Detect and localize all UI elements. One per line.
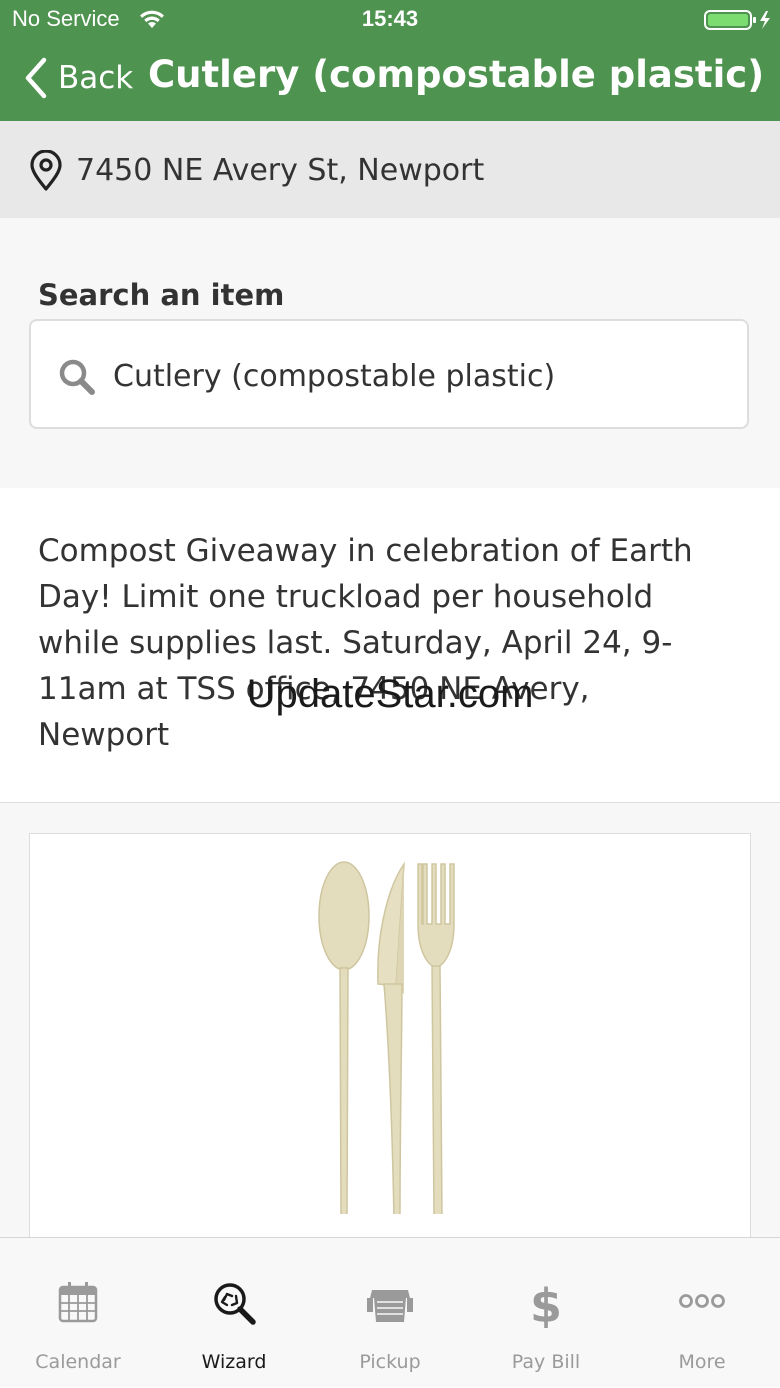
address-bar[interactable]: 7450 NE Avery St, Newport [0, 121, 780, 218]
info-text: Compost Giveaway in celebration of Earth… [38, 533, 693, 753]
tab-label: Pickup [359, 1351, 421, 1373]
search-icon [59, 359, 95, 395]
search-label: Search an item [38, 278, 285, 312]
info-section: Compost Giveaway in celebration of Earth… [0, 488, 780, 803]
cutlery-image [318, 861, 455, 1214]
location-pin-icon [30, 150, 62, 191]
back-label: Back [58, 60, 134, 96]
svg-text:$: $ [530, 1279, 562, 1328]
address-text: 7450 NE Avery St, Newport [76, 153, 485, 188]
calendar-icon [58, 1282, 98, 1323]
search-input[interactable] [113, 351, 723, 401]
more-icon [679, 1294, 725, 1308]
tab-label: Calendar [35, 1351, 121, 1373]
search-section: Search an item [0, 218, 780, 488]
navigation-bar: Back Cutlery (compostable plastic) [0, 40, 780, 121]
back-button[interactable]: Back [22, 56, 133, 100]
tab-more[interactable]: More [624, 1238, 780, 1388]
item-image-card [29, 833, 751, 1243]
tab-pickup[interactable]: Pickup [312, 1238, 468, 1388]
tab-calendar[interactable]: Calendar [0, 1238, 156, 1388]
image-section [0, 803, 780, 1243]
tab-bar: Calendar Wizard Pickup $ Pay Bill More [0, 1237, 780, 1387]
tab-pay-bill[interactable]: $ Pay Bill [468, 1238, 624, 1388]
battery-icon [704, 10, 770, 30]
chevron-left-icon [25, 57, 47, 99]
pickup-bin-icon [367, 1290, 413, 1322]
page-title: Cutlery (compostable plastic) [148, 53, 765, 96]
tab-label: More [678, 1351, 726, 1373]
status-time: 15:43 [361, 6, 419, 31]
dollar-icon: $ [530, 1279, 562, 1328]
app-header: No Service 15:43 Back Cutlery (compostab… [0, 0, 780, 121]
search-box[interactable] [29, 319, 749, 429]
tab-label: Wizard [201, 1351, 267, 1373]
wizard-search-icon [214, 1283, 256, 1325]
tab-label: Pay Bill [511, 1351, 581, 1373]
tab-wizard[interactable]: Wizard [156, 1238, 312, 1388]
status-bar: No Service 15:43 [0, 0, 780, 40]
